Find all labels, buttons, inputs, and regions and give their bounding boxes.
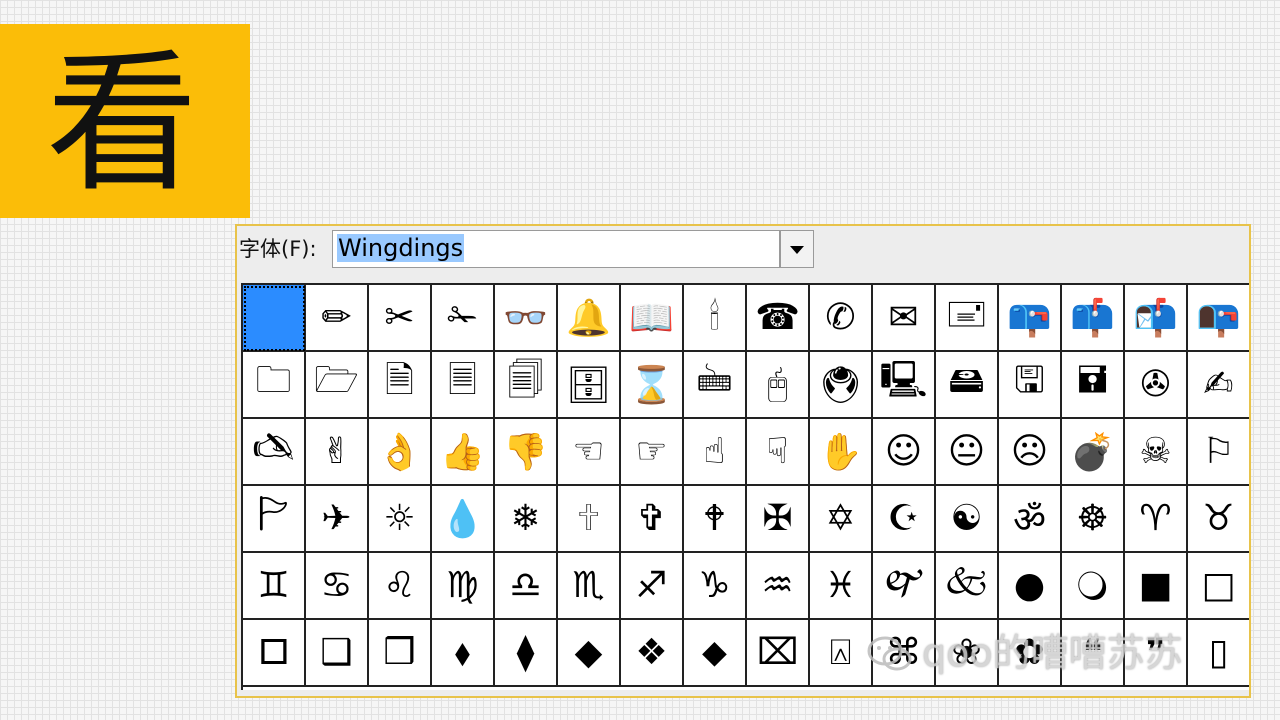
symbol-cell[interactable]: 🕈 (684, 486, 747, 553)
symbol-cell[interactable]: 🗄 (558, 352, 621, 419)
symbol-cell[interactable]: 📫 (1062, 285, 1125, 352)
symbol-cell[interactable]: 😐 (936, 419, 999, 486)
symbol-cell[interactable]: ❄ (495, 486, 558, 553)
symbol-cell[interactable]: 👎 (495, 419, 558, 486)
symbol-cell[interactable]: 🖎 (243, 419, 306, 486)
symbol-cell[interactable]: ✂ (369, 285, 432, 352)
symbol-cell[interactable]: 🖳 (873, 352, 936, 419)
symbol-cell[interactable]: ✈ (306, 486, 369, 553)
symbol-cell[interactable]: 👌 (369, 419, 432, 486)
symbol-cell[interactable]: ◆ (558, 620, 621, 687)
font-select-input[interactable]: Wingdings (332, 230, 780, 268)
symbol-cell[interactable]: 🞐 (243, 620, 306, 687)
symbol-cell[interactable]: ॐ (999, 486, 1062, 553)
symbol-cell[interactable]: ✍ (1188, 352, 1249, 419)
symbol-cell[interactable]: ❖ (621, 620, 684, 687)
symbol-cell[interactable]: 🖃 (936, 285, 999, 352)
symbol-cell[interactable]: 🗁 (306, 352, 369, 419)
symbol-cell[interactable]: ♑ (684, 553, 747, 620)
symbol-cell[interactable]: ☠ (1125, 419, 1188, 486)
watermark-text: qoo的嘈嘈苏苏 (922, 631, 1183, 675)
symbol-cell[interactable]: ☟ (747, 419, 810, 486)
font-label: 字体(F): (239, 237, 317, 261)
symbol-cell[interactable]: ☯ (936, 486, 999, 553)
symbol-cell[interactable]: ✁ (432, 285, 495, 352)
title-block: 看 (0, 24, 250, 218)
symbol-cell[interactable]: ♎ (495, 553, 558, 620)
symbol-cell[interactable]: ♋ (306, 553, 369, 620)
symbol-cell[interactable]: ♊ (243, 553, 306, 620)
symbol-cell[interactable]: ♈ (1125, 486, 1188, 553)
symbol-cell[interactable]: ✋ (810, 419, 873, 486)
symbol-cell[interactable]: ♒ (747, 553, 810, 620)
symbol-cell[interactable]: ✌ (306, 419, 369, 486)
symbol-cell[interactable]: ☺ (873, 419, 936, 486)
symbol-cell[interactable]: ✆ (810, 285, 873, 352)
symbol-cell[interactable]: 🕯 (684, 285, 747, 352)
symbol-cell[interactable]: 🔾 (1062, 553, 1125, 620)
symbol-cell[interactable]: 📪 (999, 285, 1062, 352)
symbol-cell[interactable]: ♏ (558, 553, 621, 620)
symbol-cell[interactable]: ☹ (999, 419, 1062, 486)
symbol-cell[interactable]: ✞ (621, 486, 684, 553)
symbol-cell[interactable]: ■ (1125, 553, 1188, 620)
symbol-cell[interactable]: 🔔 (558, 285, 621, 352)
symbol-cell[interactable]: ☜ (558, 419, 621, 486)
symbol-cell[interactable]: ☎ (747, 285, 810, 352)
symbol-cell[interactable]: 🖬 (1062, 352, 1125, 419)
symbol-cell[interactable]: ♍ (432, 553, 495, 620)
symbol-cell[interactable]: ⧫ (495, 620, 558, 687)
symbol-cell[interactable]: ❒ (369, 620, 432, 687)
symbol-cell[interactable]: 👓 (495, 285, 558, 352)
symbol-cell[interactable]: ⌛ (621, 352, 684, 419)
symbol-cell[interactable]: ✡ (810, 486, 873, 553)
symbol-cell[interactable]: 🖫 (999, 352, 1062, 419)
symbol-cell[interactable]: 🖲 (810, 352, 873, 419)
symbol-cell[interactable]: 🖮 (684, 352, 747, 419)
title-character: 看 (46, 35, 198, 212)
symbol-cell[interactable]: 🙰 (873, 553, 936, 620)
font-symbol-dialog: 字体(F): Wingdings ✏ ✂ ✁ 👓 🔔 📖 🕯 ☎ ✆ ✉ 🖃 📪 📫 📬 📭 🗀 🗁 🗎 🗏 🗐 🗄 ⌛ 🖮… (235, 224, 1251, 698)
symbol-cell[interactable]: ⚐ (1188, 419, 1249, 486)
symbol-cell[interactable]: 🖴 (936, 352, 999, 419)
font-select-value: Wingdings (337, 234, 465, 262)
symbol-cell[interactable]: ♓ (810, 553, 873, 620)
chevron-down-icon[interactable] (780, 230, 814, 268)
symbol-cell[interactable]: 🗀 (243, 352, 306, 419)
symbol-cell[interactable]: ☞ (621, 419, 684, 486)
symbol-cell[interactable]: 🙵 (936, 553, 999, 620)
symbol-cell[interactable]: 💧 (432, 486, 495, 553)
symbol-cell[interactable]: ● (999, 553, 1062, 620)
symbol-cell[interactable]: 👍 (432, 419, 495, 486)
symbol-cell[interactable]: ❑ (306, 620, 369, 687)
symbol-cell[interactable]: ✉ (873, 285, 936, 352)
symbol-cell[interactable]: ☼ (369, 486, 432, 553)
symbol-cell[interactable]: ☪ (873, 486, 936, 553)
symbol-cell[interactable]: ♉ (1188, 486, 1249, 553)
symbol-cell[interactable]: 🗏 (432, 352, 495, 419)
symbol-cell[interactable]: ✇ (1125, 352, 1188, 419)
symbol-cell[interactable]: ♌ (369, 553, 432, 620)
symbol-cell[interactable]: ♐ (621, 553, 684, 620)
symbol-cell[interactable]: 📭 (1188, 285, 1249, 352)
symbol-cell[interactable]: 🏱 (243, 486, 306, 553)
symbol-cell[interactable]: 🖰 (747, 352, 810, 419)
symbol-cell[interactable]: ⌧ (747, 620, 810, 687)
symbol-cell[interactable] (243, 285, 306, 352)
symbol-cell[interactable]: ⍓ (810, 620, 873, 687)
symbol-cell[interactable]: ✏ (306, 285, 369, 352)
symbol-cell[interactable]: 🕆 (558, 486, 621, 553)
symbol-cell[interactable]: □ (1188, 553, 1249, 620)
symbol-cell[interactable]: ⬥ (684, 620, 747, 687)
symbol-cell[interactable]: ☸ (1062, 486, 1125, 553)
symbol-cell[interactable]: 🗐 (495, 352, 558, 419)
symbol-cell[interactable]: 📖 (621, 285, 684, 352)
symbol-cell[interactable]: ⬧ (432, 620, 495, 687)
symbol-cell[interactable]: 💣 (1062, 419, 1125, 486)
symbol-cell[interactable]: ✠ (747, 486, 810, 553)
symbol-cell[interactable]: ☝ (684, 419, 747, 486)
symbol-cell[interactable]: 📬 (1125, 285, 1188, 352)
symbol-cell[interactable]: 🗎 (369, 352, 432, 419)
